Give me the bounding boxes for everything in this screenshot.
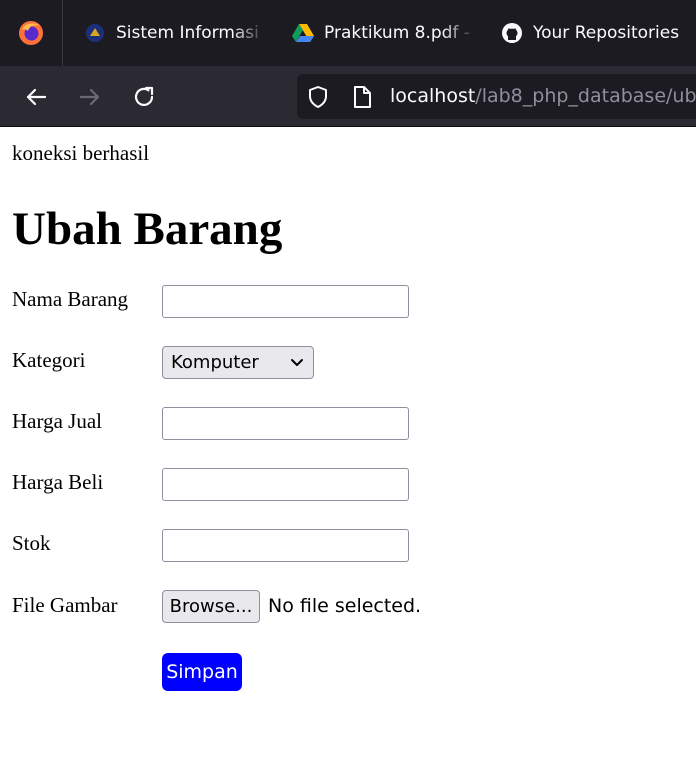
reload-button[interactable]	[127, 80, 161, 114]
shield-icon[interactable]	[307, 85, 329, 114]
forward-button[interactable]	[73, 80, 107, 114]
connection-status: koneksi berhasil	[12, 141, 150, 165]
tab-fade	[232, 0, 266, 66]
tab-bar: Sistem Informasi A Praktikum 8.pdf - G Y…	[0, 0, 696, 66]
simpan-button[interactable]: Simpan	[162, 653, 242, 691]
tab-title: Your Repositories	[533, 23, 680, 43]
url-host: localhost	[390, 85, 476, 107]
file-gambar-label: File Gambar	[12, 593, 118, 617]
url-text[interactable]: localhost/lab8_php_database/uba	[390, 74, 696, 119]
kategori-selected-value: Komputer	[171, 352, 259, 373]
page-icon[interactable]	[352, 85, 372, 114]
stok-label: Stok	[12, 531, 51, 555]
nama-barang-input[interactable]	[162, 285, 409, 318]
harga-beli-input[interactable]	[162, 468, 409, 501]
forward-arrow-icon	[79, 88, 100, 106]
chevron-down-icon	[291, 359, 303, 366]
harga-beli-label: Harga Beli	[12, 470, 104, 494]
back-arrow-icon	[26, 88, 47, 106]
stok-input[interactable]	[162, 529, 409, 562]
tab-your-repositories[interactable]: Your Repositories	[501, 0, 696, 66]
kategori-select[interactable]: Komputer	[162, 346, 314, 379]
harga-jual-input[interactable]	[162, 407, 409, 440]
file-status-text: No file selected.	[268, 595, 422, 617]
navigation-bar: localhost/lab8_php_database/uba	[0, 66, 696, 127]
url-path: /lab8_php_database/uba	[475, 85, 696, 107]
page-title: Ubah Barang	[12, 203, 283, 255]
github-icon	[501, 22, 523, 44]
university-logo-icon	[84, 22, 106, 44]
reload-icon	[134, 86, 154, 106]
firefox-menu-button[interactable]	[0, 0, 63, 66]
back-button[interactable]	[19, 80, 53, 114]
tab-fade	[442, 0, 476, 66]
google-drive-icon	[292, 22, 314, 44]
firefox-logo-icon	[19, 21, 43, 45]
url-bar[interactable]: localhost/lab8_php_database/uba	[297, 74, 696, 119]
nama-barang-label: Nama Barang	[12, 287, 129, 311]
kategori-label: Kategori	[12, 348, 86, 372]
browse-button[interactable]: Browse...	[162, 590, 260, 623]
harga-jual-label: Harga Jual	[12, 409, 102, 433]
